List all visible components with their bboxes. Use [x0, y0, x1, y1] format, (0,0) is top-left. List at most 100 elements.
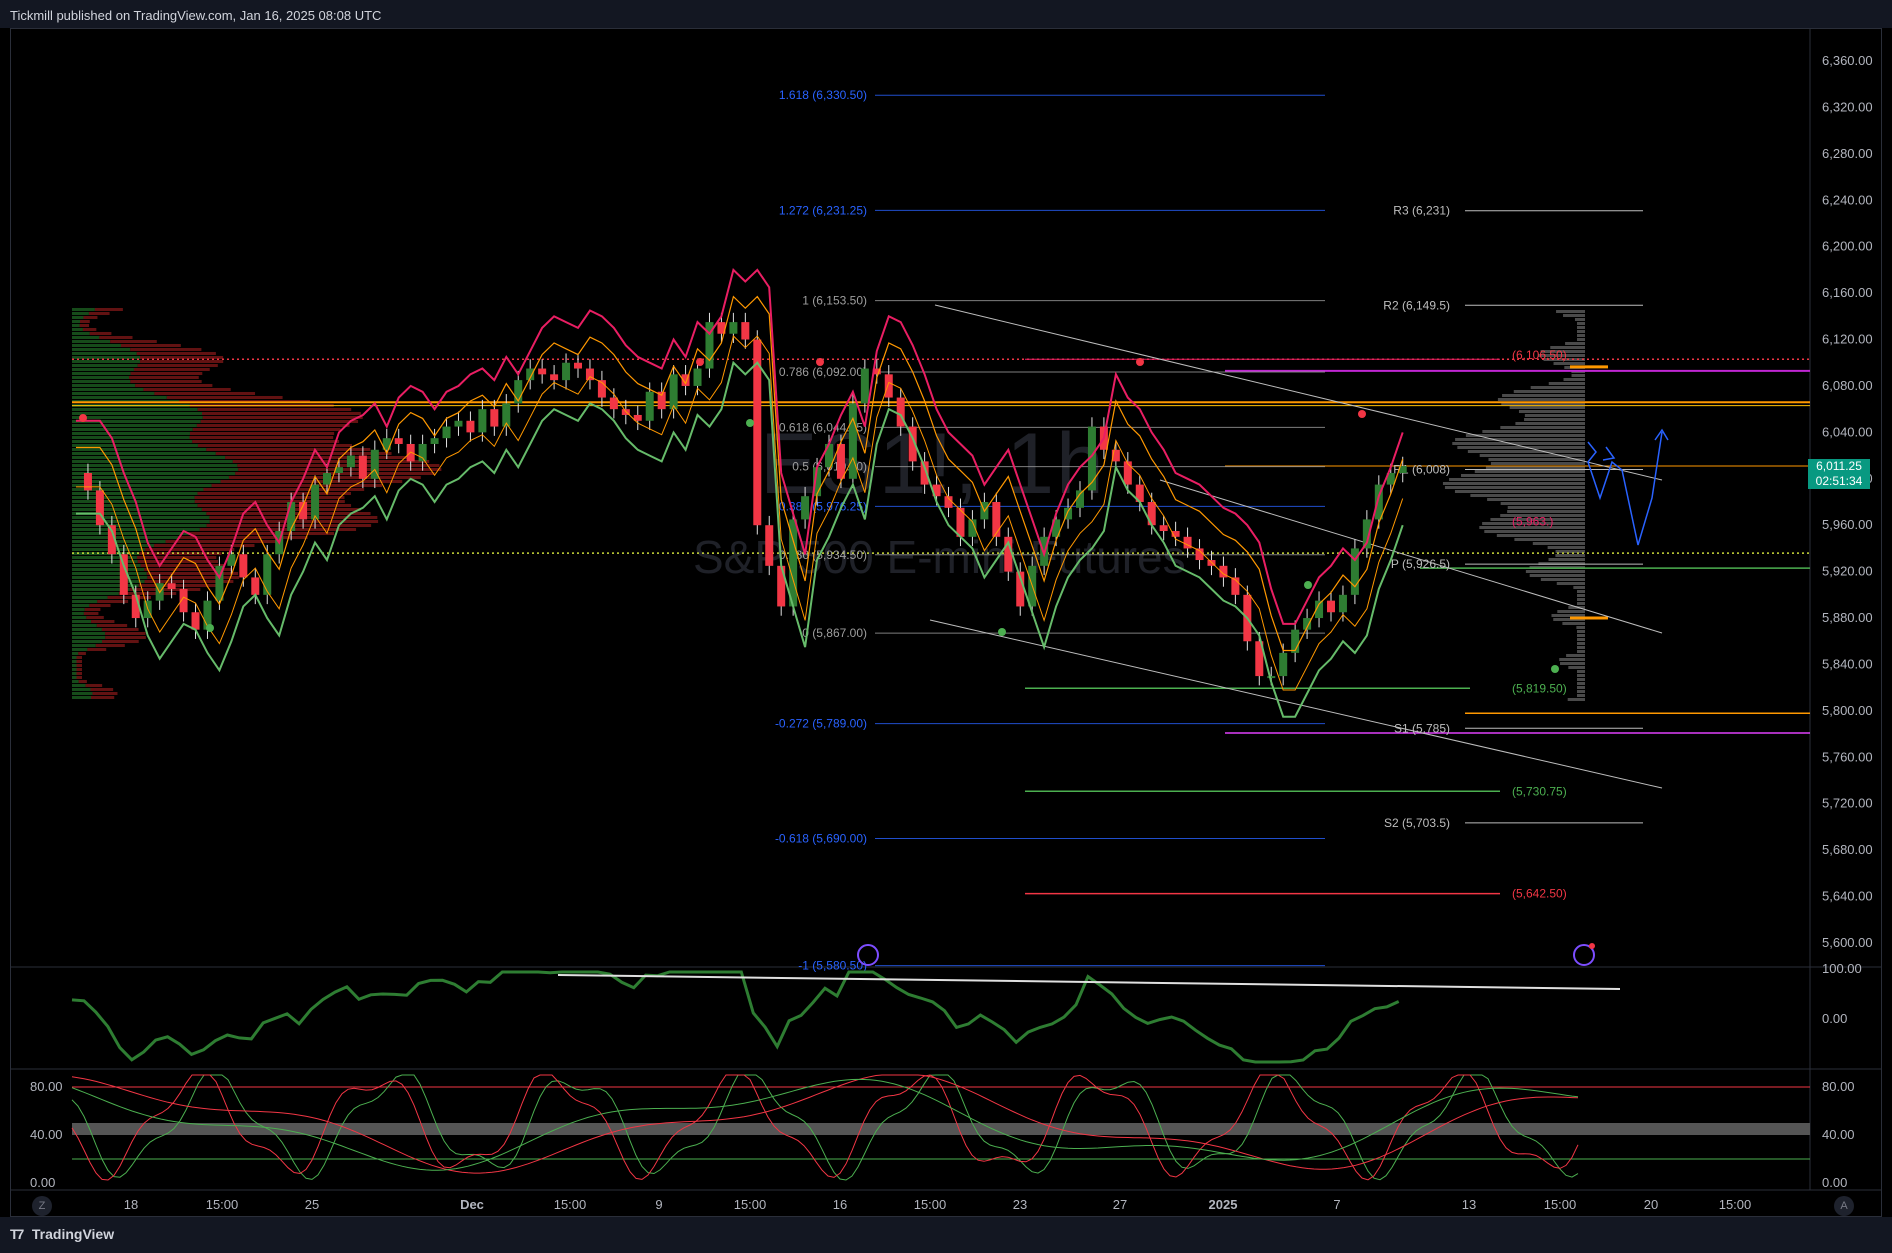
price-axis-tick: 6,040.00 — [1822, 424, 1873, 439]
candle-up — [346, 455, 355, 468]
osc1-line — [71, 970, 1400, 1064]
candle-down — [490, 409, 499, 427]
zone-level-label: (5,642.50) — [1512, 887, 1567, 901]
time-axis-tick: 9 — [655, 1197, 662, 1212]
candle-down — [765, 525, 774, 566]
volume-profile-bar-up — [72, 424, 197, 427]
volume-profile-bar-down — [136, 352, 216, 355]
volume-profile-bar-down — [197, 408, 352, 411]
price-axis-tick: 6,160.00 — [1822, 285, 1873, 300]
volume-profile-bar-up — [72, 692, 93, 695]
volume-profile-bar-up — [72, 308, 95, 311]
signal-dot — [998, 628, 1006, 636]
price-axis-tick: 5,720.00 — [1822, 796, 1873, 811]
volume-profile-bar-up — [72, 612, 84, 615]
volume-profile-bar-up — [72, 480, 221, 483]
volume-profile-bar-up — [72, 564, 141, 567]
candle-down — [992, 502, 1001, 537]
price-axis-tick: 6,320.00 — [1822, 99, 1873, 114]
candle-up — [1279, 652, 1288, 677]
volume-profile-bar-down — [197, 444, 352, 447]
pivot-level-label: R2 (6,149.5) — [1383, 298, 1450, 312]
current-price-value: 6,011.25 — [1816, 459, 1862, 473]
price-axis-tick: 6,360.00 — [1822, 53, 1873, 68]
volume-profile-bar-up — [72, 628, 102, 631]
right-volume-profile-bar — [1524, 414, 1585, 417]
right-volume-profile-bar — [1500, 426, 1585, 429]
volume-profile-bar-down — [147, 576, 240, 579]
volume-profile-bar-up — [72, 332, 90, 335]
candle-up — [562, 362, 571, 381]
right-volume-profile-bar — [1556, 310, 1585, 313]
volume-profile-bar-down — [140, 360, 224, 363]
pivot-level-label: S2 (5,703.5) — [1384, 816, 1450, 830]
right-volume-profile-bar — [1442, 482, 1585, 485]
right-volume-profile-bar — [1474, 470, 1585, 473]
right-volume-profile-bar — [1577, 634, 1585, 637]
time-axis-tick: 2025 — [1209, 1197, 1238, 1212]
volume-profile-bar-up — [72, 560, 138, 563]
volume-profile-bar-down — [133, 368, 210, 371]
right-volume-profile-bar — [1514, 538, 1585, 541]
auto-scale-button[interactable]: A — [1834, 1196, 1854, 1216]
right-volume-profile-bar — [1577, 690, 1585, 693]
right-volume-profile-bar — [1577, 590, 1585, 593]
volume-profile-bar-down — [130, 348, 202, 351]
volume-profile-bar-down — [92, 692, 118, 695]
volume-profile-bar-down — [130, 380, 202, 383]
footer-bar — [0, 1217, 1892, 1253]
right-volume-profile-bar — [1574, 318, 1585, 321]
volume-profile-bar-down — [110, 340, 157, 343]
right-volume-profile-bar — [1532, 542, 1585, 545]
volume-profile-bar-down — [197, 504, 352, 507]
tradingview-logo: T7 TradingView — [10, 1226, 114, 1242]
volume-profile-bar-up — [72, 568, 145, 571]
timezone-toggle-button[interactable]: Z — [32, 1196, 52, 1216]
current-price-tag: 6,011.25 02:51:34 — [1808, 459, 1870, 489]
volume-profile-bar-down — [101, 628, 139, 631]
right-volume-profile-bar — [1576, 626, 1585, 629]
candle-down — [239, 554, 248, 578]
right-volume-profile-bar — [1577, 646, 1585, 649]
volume-profile-bar-up — [72, 636, 106, 639]
volume-profile-bar-down — [202, 416, 363, 419]
volume-profile-bar-up — [72, 436, 190, 439]
volume-profile-bar-down — [76, 672, 82, 675]
candle-up — [801, 496, 810, 520]
volume-profile-bar-up — [72, 572, 147, 575]
candle-down — [1159, 525, 1168, 532]
right-volume-profile-bar — [1577, 338, 1585, 341]
time-axis-tick: 18 — [124, 1197, 138, 1212]
volume-profile-bar-up — [72, 592, 119, 595]
volume-profile-bar-down — [192, 440, 340, 443]
volume-profile-bar-down — [206, 448, 371, 451]
volume-profile-bar-down — [237, 464, 440, 467]
time-axis-tick: 15:00 — [554, 1197, 587, 1212]
candle-down — [884, 374, 893, 398]
volume-profile-bar-up — [72, 352, 137, 355]
volume-profile-bar-down — [86, 616, 104, 619]
volume-profile-bar-up — [72, 492, 198, 495]
volume-profile-bar-down — [105, 636, 146, 639]
right-volume-profile-bar — [1553, 362, 1585, 365]
right-volume-profile-bar — [1567, 698, 1585, 701]
main-chart-svg[interactable]: 1.618 (6,330.50) 1.272 (6,231.25) 1 (6,153… — [0, 0, 1892, 1253]
price-axis-tick: 5,880.00 — [1822, 610, 1873, 625]
volume-profile-bar-up — [72, 656, 77, 659]
volume-profile-bar-down — [99, 336, 133, 339]
right-volume-profile-bar — [1577, 594, 1585, 597]
right-volume-profile-bar — [1540, 578, 1585, 581]
volume-profile-bar-up — [72, 448, 207, 451]
right-volume-profile-bar — [1577, 642, 1585, 645]
price-axis-tick: 5,760.00 — [1822, 749, 1873, 764]
volume-profile-bar-up — [72, 348, 131, 351]
osc1-axis-tick: 100.00 — [1822, 961, 1862, 976]
right-volume-profile-bar — [1577, 670, 1585, 673]
right-volume-profile-bar — [1577, 598, 1585, 601]
fib-level-label: -0.618 (5,690.00) — [775, 832, 867, 846]
osc2-neutral-band — [72, 1123, 1810, 1135]
bar-countdown: 02:51:34 — [1815, 474, 1863, 488]
volume-profile-bar-up — [72, 396, 167, 399]
right-volume-profile-bar — [1577, 630, 1585, 633]
volume-profile-bar-up — [72, 336, 100, 339]
